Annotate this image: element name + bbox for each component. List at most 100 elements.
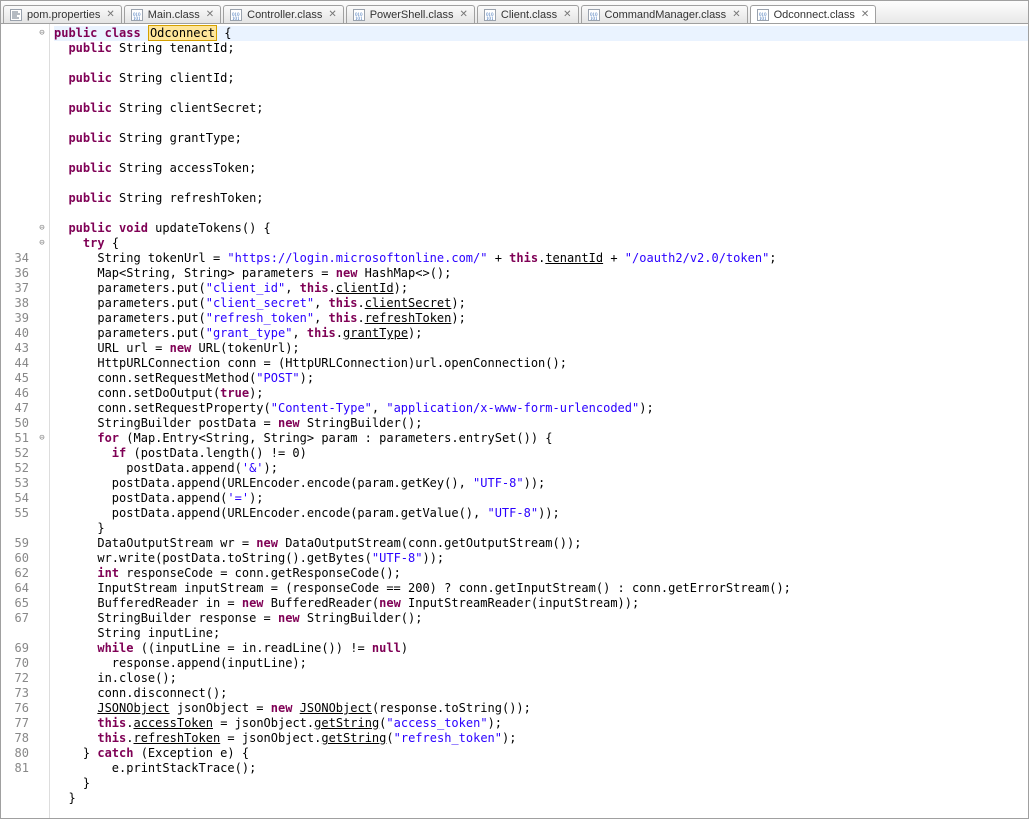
code-line[interactable]: public String accessToken;	[54, 161, 1028, 176]
fold-marker[interactable]	[35, 461, 49, 476]
tab-odconnect-class[interactable]: 010101Odconnect.class✕	[750, 5, 877, 23]
code-line[interactable]: parameters.put("grant_type", this.grantT…	[54, 326, 1028, 341]
fold-marker[interactable]	[35, 776, 49, 791]
fold-marker[interactable]	[35, 416, 49, 431]
tab-powershell-class[interactable]: 010101PowerShell.class✕	[346, 5, 475, 23]
code-line[interactable]: while ((inputLine = in.readLine()) != nu…	[54, 641, 1028, 656]
code-line[interactable]: public String clientId;	[54, 71, 1028, 86]
code-line[interactable]: postData.append('=');	[54, 491, 1028, 506]
fold-marker[interactable]	[35, 71, 49, 86]
code-line[interactable]: }	[54, 791, 1028, 806]
fold-marker[interactable]	[35, 536, 49, 551]
code-line[interactable]: conn.setRequestMethod("POST");	[54, 371, 1028, 386]
tab-client-class[interactable]: 010101Client.class✕	[477, 5, 579, 23]
fold-marker[interactable]	[35, 611, 49, 626]
code-line[interactable]: } catch (Exception e) {	[54, 746, 1028, 761]
fold-marker[interactable]	[35, 101, 49, 116]
fold-marker[interactable]	[35, 446, 49, 461]
close-icon[interactable]: ✕	[459, 9, 467, 20]
tab-commandmanager-class[interactable]: 010101CommandManager.class✕	[581, 5, 748, 23]
fold-marker[interactable]	[35, 206, 49, 221]
fold-marker[interactable]	[35, 716, 49, 731]
fold-marker[interactable]	[35, 731, 49, 746]
code-line[interactable]: this.accessToken = jsonObject.getString(…	[54, 716, 1028, 731]
fold-marker[interactable]	[35, 131, 49, 146]
fold-marker[interactable]	[35, 626, 49, 641]
fold-marker[interactable]	[35, 311, 49, 326]
code-line[interactable]: public String grantType;	[54, 131, 1028, 146]
fold-marker[interactable]	[35, 401, 49, 416]
close-icon[interactable]: ✕	[328, 9, 336, 20]
fold-marker[interactable]	[35, 296, 49, 311]
fold-marker[interactable]	[35, 506, 49, 521]
close-icon[interactable]: ✕	[861, 9, 869, 20]
code-line[interactable]: public String clientSecret;	[54, 101, 1028, 116]
code-line[interactable]	[54, 56, 1028, 71]
code-line[interactable]: e.printStackTrace();	[54, 761, 1028, 776]
fold-marker[interactable]: ⊖	[35, 26, 49, 41]
close-icon[interactable]: ✕	[732, 9, 740, 20]
fold-marker[interactable]	[35, 521, 49, 536]
folding-gutter[interactable]: ⊖⊖⊖⊖	[35, 24, 50, 818]
fold-marker[interactable]	[35, 161, 49, 176]
code-line[interactable]: conn.setDoOutput(true);	[54, 386, 1028, 401]
code-line[interactable]: HttpURLConnection conn = (HttpURLConnect…	[54, 356, 1028, 371]
fold-marker[interactable]	[35, 191, 49, 206]
fold-marker[interactable]	[35, 566, 49, 581]
fold-marker[interactable]	[35, 41, 49, 56]
code-line[interactable]	[54, 806, 1028, 818]
code-line[interactable]: public String tenantId;	[54, 41, 1028, 56]
fold-marker[interactable]	[35, 116, 49, 131]
code-line[interactable]: response.append(inputLine);	[54, 656, 1028, 671]
code-line[interactable]: postData.append(URLEncoder.encode(param.…	[54, 506, 1028, 521]
code-line[interactable]: parameters.put("client_id", this.clientI…	[54, 281, 1028, 296]
fold-marker[interactable]	[35, 281, 49, 296]
fold-marker[interactable]	[35, 581, 49, 596]
code-line[interactable]: try {	[54, 236, 1028, 251]
code-line[interactable]: DataOutputStream wr = new DataOutputStre…	[54, 536, 1028, 551]
fold-marker[interactable]	[35, 56, 49, 71]
code-line[interactable]: URL url = new URL(tokenUrl);	[54, 341, 1028, 356]
fold-marker[interactable]	[35, 656, 49, 671]
code-line[interactable]	[54, 116, 1028, 131]
code-line[interactable]: postData.append('&');	[54, 461, 1028, 476]
code-line[interactable]: public void updateTokens() {	[54, 221, 1028, 236]
tab-main-class[interactable]: 010101Main.class✕	[124, 5, 221, 23]
code-line[interactable]: int responseCode = conn.getResponseCode(…	[54, 566, 1028, 581]
code-area[interactable]: public class Odconnect { public String t…	[50, 24, 1028, 818]
fold-marker[interactable]	[35, 146, 49, 161]
fold-marker[interactable]	[35, 491, 49, 506]
code-line[interactable]: parameters.put("client_secret", this.cli…	[54, 296, 1028, 311]
fold-marker[interactable]	[35, 266, 49, 281]
code-line[interactable]: }	[54, 521, 1028, 536]
code-line[interactable]	[54, 206, 1028, 221]
fold-marker[interactable]	[35, 86, 49, 101]
code-line[interactable]: parameters.put("refresh_token", this.ref…	[54, 311, 1028, 326]
code-line[interactable]: wr.write(postData.toString().getBytes("U…	[54, 551, 1028, 566]
code-line[interactable]	[54, 146, 1028, 161]
code-line[interactable]: String inputLine;	[54, 626, 1028, 641]
fold-marker[interactable]	[35, 341, 49, 356]
fold-marker[interactable]	[35, 596, 49, 611]
close-icon[interactable]: ✕	[206, 9, 214, 20]
code-line[interactable]: JSONObject jsonObject = new JSONObject(r…	[54, 701, 1028, 716]
fold-marker[interactable]	[35, 251, 49, 266]
fold-marker[interactable]: ⊖	[35, 431, 49, 446]
code-line[interactable]: public class Odconnect {	[54, 26, 1028, 41]
code-line[interactable]: for (Map.Entry<String, String> param : p…	[54, 431, 1028, 446]
code-line[interactable]: StringBuilder postData = new StringBuild…	[54, 416, 1028, 431]
code-line[interactable]: StringBuilder response = new StringBuild…	[54, 611, 1028, 626]
tab-controller-class[interactable]: 010101Controller.class✕	[223, 5, 344, 23]
code-line[interactable]: if (postData.length() != 0)	[54, 446, 1028, 461]
fold-marker[interactable]	[35, 176, 49, 191]
code-line[interactable]: this.refreshToken = jsonObject.getString…	[54, 731, 1028, 746]
code-line[interactable]: InputStream inputStream = (responseCode …	[54, 581, 1028, 596]
code-line[interactable]: public String refreshToken;	[54, 191, 1028, 206]
fold-marker[interactable]	[35, 326, 49, 341]
code-line[interactable]: }	[54, 776, 1028, 791]
fold-marker[interactable]	[35, 551, 49, 566]
code-line[interactable]: in.close();	[54, 671, 1028, 686]
fold-marker[interactable]	[35, 701, 49, 716]
fold-marker[interactable]	[35, 806, 49, 818]
fold-marker[interactable]: ⊖	[35, 221, 49, 236]
